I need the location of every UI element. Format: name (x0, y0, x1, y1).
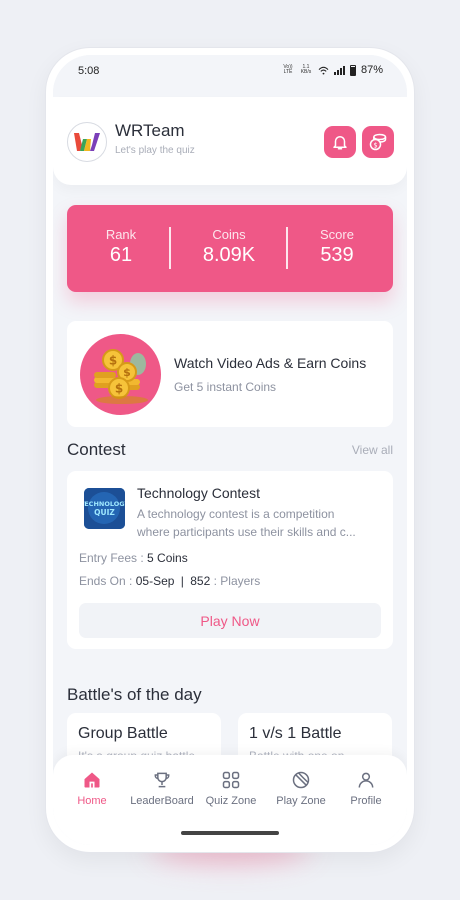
entry-fees-label: Entry Fees : (79, 551, 144, 565)
trophy-icon (127, 769, 197, 791)
play-now-button[interactable]: Play Now (79, 603, 381, 638)
score-stat: Score 539 (287, 227, 387, 267)
nav-play-zone[interactable]: Play Zone (266, 769, 336, 807)
ads-title: Watch Video Ads & Earn Coins (174, 355, 367, 371)
app-screen: 5:08 Vo)) LTE 1.1 KB/s 87% WRTeam Let's … (53, 55, 407, 845)
svg-text:$: $ (115, 382, 123, 396)
entry-fees: Entry Fees : 5 Coins (79, 551, 188, 565)
contest-section-title: Contest (67, 440, 126, 459)
nav-profile[interactable]: Profile (331, 769, 401, 807)
coin-stack-icon: $ $ $ (94, 349, 148, 404)
contest-thumbnail: TECHNOLOGY QUIZ (84, 488, 125, 529)
watch-ads-card[interactable]: $ $ $ Watch Video Ads & Earn Coins Get 5… (67, 321, 393, 427)
svg-text:$: $ (123, 366, 131, 379)
home-icon (57, 769, 127, 791)
nav-leaderboard[interactable]: LeaderBoard (127, 769, 197, 807)
svg-text:$: $ (109, 354, 117, 368)
svg-text:QUIZ: QUIZ (94, 508, 115, 517)
rank-value: 61 (109, 244, 133, 266)
contest-description: A technology contest is a competition wh… (137, 505, 383, 541)
bottom-navigation: Home LeaderBoard Quiz Zone Play Zone Pro… (53, 755, 407, 845)
rank-stat: Rank 61 (71, 227, 171, 267)
nav-label: Profile (350, 795, 382, 807)
svg-text:$: $ (373, 141, 377, 149)
nav-label: Play Zone (276, 795, 326, 807)
contest-description-line: A technology contest is a competition (137, 507, 335, 521)
status-bar: 5:08 Vo)) LTE 1.1 KB/s 87% (53, 55, 407, 91)
contest-title: Technology Contest (137, 485, 260, 501)
ads-subtitle: Get 5 instant Coins (174, 380, 277, 394)
contest-end-info: Ends On : 05-Sep | 852 : Players (79, 574, 260, 588)
logo-icon (74, 133, 100, 151)
rank-label: Rank (105, 227, 137, 242)
score-label: Score (320, 227, 354, 242)
coin-store-button[interactable]: $ (362, 126, 394, 158)
thumbnail-text: TECHNOLOGY (84, 500, 125, 508)
status-icons: Vo)) LTE 1.1 KB/s 87% (282, 64, 383, 76)
phone-frame: 5:08 Vo)) LTE 1.1 KB/s 87% WRTeam Let's … (46, 48, 414, 852)
players-count: 852 (190, 574, 211, 588)
user-stats-card: Rank 61 Coins 8.09K Score 539 (67, 205, 393, 292)
players-label: : Players (213, 574, 261, 588)
battle-title: 1 v/s 1 Battle (249, 725, 342, 742)
grid-icon (196, 769, 266, 791)
nav-label: LeaderBoard (130, 795, 194, 807)
stats-divider (169, 227, 171, 269)
entry-fees-value: 5 Coins (147, 551, 188, 565)
coins-illustration: $ $ $ (80, 334, 161, 415)
ends-on-label: Ends On : (79, 574, 133, 588)
app-header: WRTeam Let's play the quiz $ (53, 97, 407, 185)
coins-stat: Coins 8.09K (179, 227, 279, 267)
nav-label: Home (77, 795, 107, 807)
nav-home[interactable]: Home (57, 769, 127, 807)
coins-label: Coins (212, 227, 246, 242)
contest-description-line: where participants use their skills and … (137, 525, 356, 539)
nav-label: Quiz Zone (205, 795, 257, 807)
app-logo (67, 122, 107, 162)
ends-on-value: 05-Sep (135, 574, 175, 588)
status-time: 5:08 (78, 65, 100, 77)
ball-icon (266, 769, 336, 791)
app-subtitle: Let's play the quiz (115, 145, 195, 156)
battle-title: Group Battle (78, 725, 168, 742)
nav-quiz-zone[interactable]: Quiz Zone (196, 769, 266, 807)
signal-icon (333, 65, 345, 75)
home-indicator (181, 831, 279, 835)
technology-quiz-image: TECHNOLOGY QUIZ (84, 488, 125, 529)
battery-level: 87% (360, 64, 383, 76)
coins-icon: $ (369, 133, 387, 151)
wifi-icon (318, 66, 329, 75)
app-title: WRTeam (115, 121, 185, 140)
battles-section-title: Battle's of the day (67, 685, 202, 704)
view-all-contests-link[interactable]: View all (352, 443, 393, 457)
network-type: Vo)) LTE (283, 64, 293, 75)
battery-icon (349, 64, 356, 76)
separator: | (180, 574, 184, 588)
coins-value: 8.09K (202, 244, 256, 266)
score-value: 539 (320, 244, 354, 266)
network-speed: 1.1 KB/s (300, 64, 312, 75)
user-icon (331, 769, 401, 791)
bell-icon (333, 136, 347, 150)
notification-button[interactable] (324, 126, 356, 158)
contest-card[interactable]: TECHNOLOGY QUIZ Technology Contest A tec… (67, 471, 393, 649)
